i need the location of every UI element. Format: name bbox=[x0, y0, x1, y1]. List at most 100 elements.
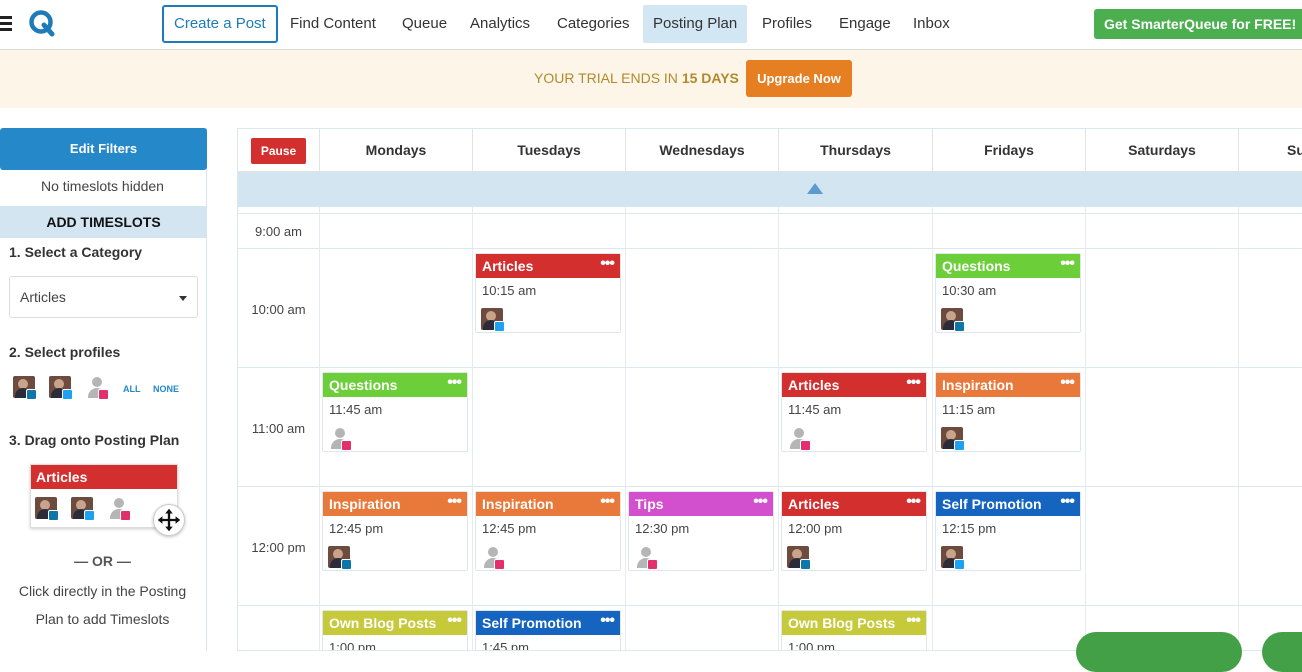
timeslot-time: 1:00 pm bbox=[788, 640, 835, 651]
more-options-icon[interactable]: ••• bbox=[447, 611, 462, 631]
timeslot-category: Inspiration ••• bbox=[936, 373, 1080, 397]
nav-inbox[interactable]: Inbox bbox=[903, 5, 960, 43]
timeslot-card[interactable]: Tips ••• 12:30 pm bbox=[628, 491, 774, 571]
day-header-tuesday: Tuesdays bbox=[472, 129, 625, 172]
column-divider bbox=[932, 207, 933, 650]
get-smarterqueue-button[interactable]: Get SmarterQueue for FREE! bbox=[1094, 9, 1302, 39]
instagram-icon bbox=[800, 440, 811, 451]
more-options-icon[interactable]: ••• bbox=[447, 373, 462, 393]
avatar bbox=[328, 427, 352, 451]
more-options-icon[interactable]: ••• bbox=[1060, 373, 1075, 393]
avatar bbox=[107, 497, 131, 521]
instagram-icon bbox=[494, 559, 505, 570]
timeslot-category-label: Articles bbox=[788, 496, 840, 512]
timeslot-category-label: Tips bbox=[635, 496, 664, 512]
timeslot-card[interactable]: Articles ••• 11:45 am bbox=[781, 372, 927, 452]
or-divider: — OR — bbox=[74, 553, 131, 569]
timeslot-category: Articles ••• bbox=[782, 373, 926, 397]
instagram-icon bbox=[647, 559, 658, 570]
pause-button[interactable]: Pause bbox=[251, 138, 306, 164]
timeslot-category: Own Blog Posts ••• bbox=[782, 611, 926, 635]
chat-widget-button[interactable] bbox=[1262, 632, 1302, 672]
edit-filters-button[interactable]: Edit Filters bbox=[0, 128, 207, 170]
timeslot-card[interactable]: Inspiration ••• 12:45 pm bbox=[322, 491, 468, 571]
timeslot-card[interactable]: Own Blog Posts ••• 1:00 pm bbox=[781, 610, 927, 651]
trial-days: 15 DAYS bbox=[681, 70, 739, 86]
nav-engage[interactable]: Engage bbox=[829, 5, 901, 43]
timeslot-card[interactable]: Articles ••• 12:00 pm bbox=[781, 491, 927, 571]
posting-plan-calendar[interactable]: Pause Mondays Tuesdays Wednesdays Thursd… bbox=[237, 128, 1302, 651]
timeslot-card[interactable]: Self Promotion ••• 12:15 pm bbox=[935, 491, 1081, 571]
timeslot-category: Own Blog Posts ••• bbox=[323, 611, 467, 635]
timeslot-card[interactable]: Articles ••• 10:15 am bbox=[475, 253, 621, 333]
collapse-earlier-hours-bar[interactable] bbox=[238, 172, 1302, 207]
more-options-icon[interactable]: ••• bbox=[906, 373, 921, 393]
timeslot-time: 10:30 am bbox=[942, 283, 997, 298]
nav-posting-plan[interactable]: Posting Plan bbox=[643, 5, 748, 43]
linkedin-icon bbox=[800, 559, 811, 570]
category-select[interactable]: Articles bbox=[9, 276, 198, 318]
avatar bbox=[35, 497, 59, 521]
select-no-profiles-link[interactable]: NONE bbox=[153, 384, 179, 394]
click-to-add-note: Click directly in the Posting Plan to ad… bbox=[0, 577, 205, 633]
timeslot-time: 1:00 pm bbox=[329, 640, 376, 651]
trial-banner: YOUR TRIAL ENDS IN 15 DAYS Upgrade Now bbox=[0, 50, 1302, 108]
step-drag-onto-plan: 3. Drag onto Posting Plan bbox=[9, 432, 180, 448]
timeslot-category: Self Promotion ••• bbox=[476, 611, 620, 635]
day-header-sunday: Su bbox=[1238, 129, 1302, 172]
move-icon[interactable] bbox=[153, 504, 185, 536]
click-note-line-1: Click directly in the Posting bbox=[18, 583, 187, 599]
more-options-icon[interactable]: ••• bbox=[600, 611, 615, 631]
timeslot-time: 10:15 am bbox=[482, 283, 537, 298]
more-options-icon[interactable]: ••• bbox=[1060, 492, 1075, 512]
twitter-icon bbox=[494, 321, 505, 332]
profile-avatar-twitter[interactable] bbox=[49, 376, 73, 400]
row-divider bbox=[238, 605, 1302, 606]
linkedin-icon bbox=[48, 510, 59, 521]
nav-queue[interactable]: Queue bbox=[392, 5, 457, 43]
more-options-icon[interactable]: ••• bbox=[1060, 254, 1075, 274]
nav-analytics[interactable]: Analytics bbox=[460, 5, 540, 43]
row-divider bbox=[238, 367, 1302, 368]
profile-avatar-linkedin[interactable] bbox=[13, 376, 37, 400]
upgrade-now-button[interactable]: Upgrade Now bbox=[746, 60, 852, 97]
nav-create-post[interactable]: Create a Post bbox=[162, 5, 278, 43]
timeslot-category-label: Articles bbox=[788, 377, 840, 393]
timeslot-category: Articles ••• bbox=[782, 492, 926, 516]
timeslot-time: 1:45 pm bbox=[482, 640, 529, 651]
more-options-icon[interactable]: ••• bbox=[906, 611, 921, 631]
row-divider bbox=[238, 248, 1302, 249]
click-note-line-2: Plan to add Timeslots bbox=[35, 611, 170, 627]
time-label: 12:00 pm bbox=[251, 540, 306, 555]
more-options-icon[interactable]: ••• bbox=[600, 254, 615, 274]
more-options-icon[interactable]: ••• bbox=[906, 492, 921, 512]
profile-avatar-instagram[interactable] bbox=[85, 376, 109, 400]
more-options-icon[interactable]: ••• bbox=[753, 492, 768, 512]
triangle-up-icon bbox=[807, 183, 823, 194]
timeslot-card[interactable]: Inspiration ••• 11:15 am bbox=[935, 372, 1081, 452]
hidden-timeslots-note: No timeslots hidden bbox=[41, 178, 164, 194]
time-label: 9:00 am bbox=[255, 224, 302, 239]
timeslot-time: 11:45 am bbox=[329, 402, 383, 417]
instagram-icon bbox=[98, 389, 109, 400]
linkedin-icon bbox=[341, 559, 352, 570]
menu-icon[interactable] bbox=[0, 16, 12, 32]
nav-profiles[interactable]: Profiles bbox=[752, 5, 822, 43]
avatar bbox=[941, 308, 965, 332]
timeslot-category: Questions ••• bbox=[323, 373, 467, 397]
row-divider bbox=[238, 486, 1302, 487]
timeslot-card[interactable]: Own Blog Posts ••• 1:00 pm bbox=[322, 610, 468, 651]
timeslot-card[interactable]: Questions ••• 10:30 am bbox=[935, 253, 1081, 333]
timeslot-card[interactable]: Questions ••• 11:45 am bbox=[322, 372, 468, 452]
twitter-icon bbox=[954, 440, 965, 451]
more-options-icon[interactable]: ••• bbox=[600, 492, 615, 512]
more-options-icon[interactable]: ••• bbox=[447, 492, 462, 512]
chat-widget-button[interactable] bbox=[1076, 632, 1242, 672]
nav-categories[interactable]: Categories bbox=[547, 5, 640, 43]
timeslot-card[interactable]: Self Promotion ••• 1:45 pm bbox=[475, 610, 621, 651]
nav-find-content[interactable]: Find Content bbox=[280, 5, 386, 43]
timeslot-card[interactable]: Inspiration ••• 12:45 pm bbox=[475, 491, 621, 571]
smarterqueue-logo[interactable] bbox=[28, 9, 56, 37]
timeslot-sidebar: Edit Filters No timeslots hidden ADD TIM… bbox=[0, 128, 207, 651]
select-all-profiles-link[interactable]: ALL bbox=[123, 384, 141, 394]
